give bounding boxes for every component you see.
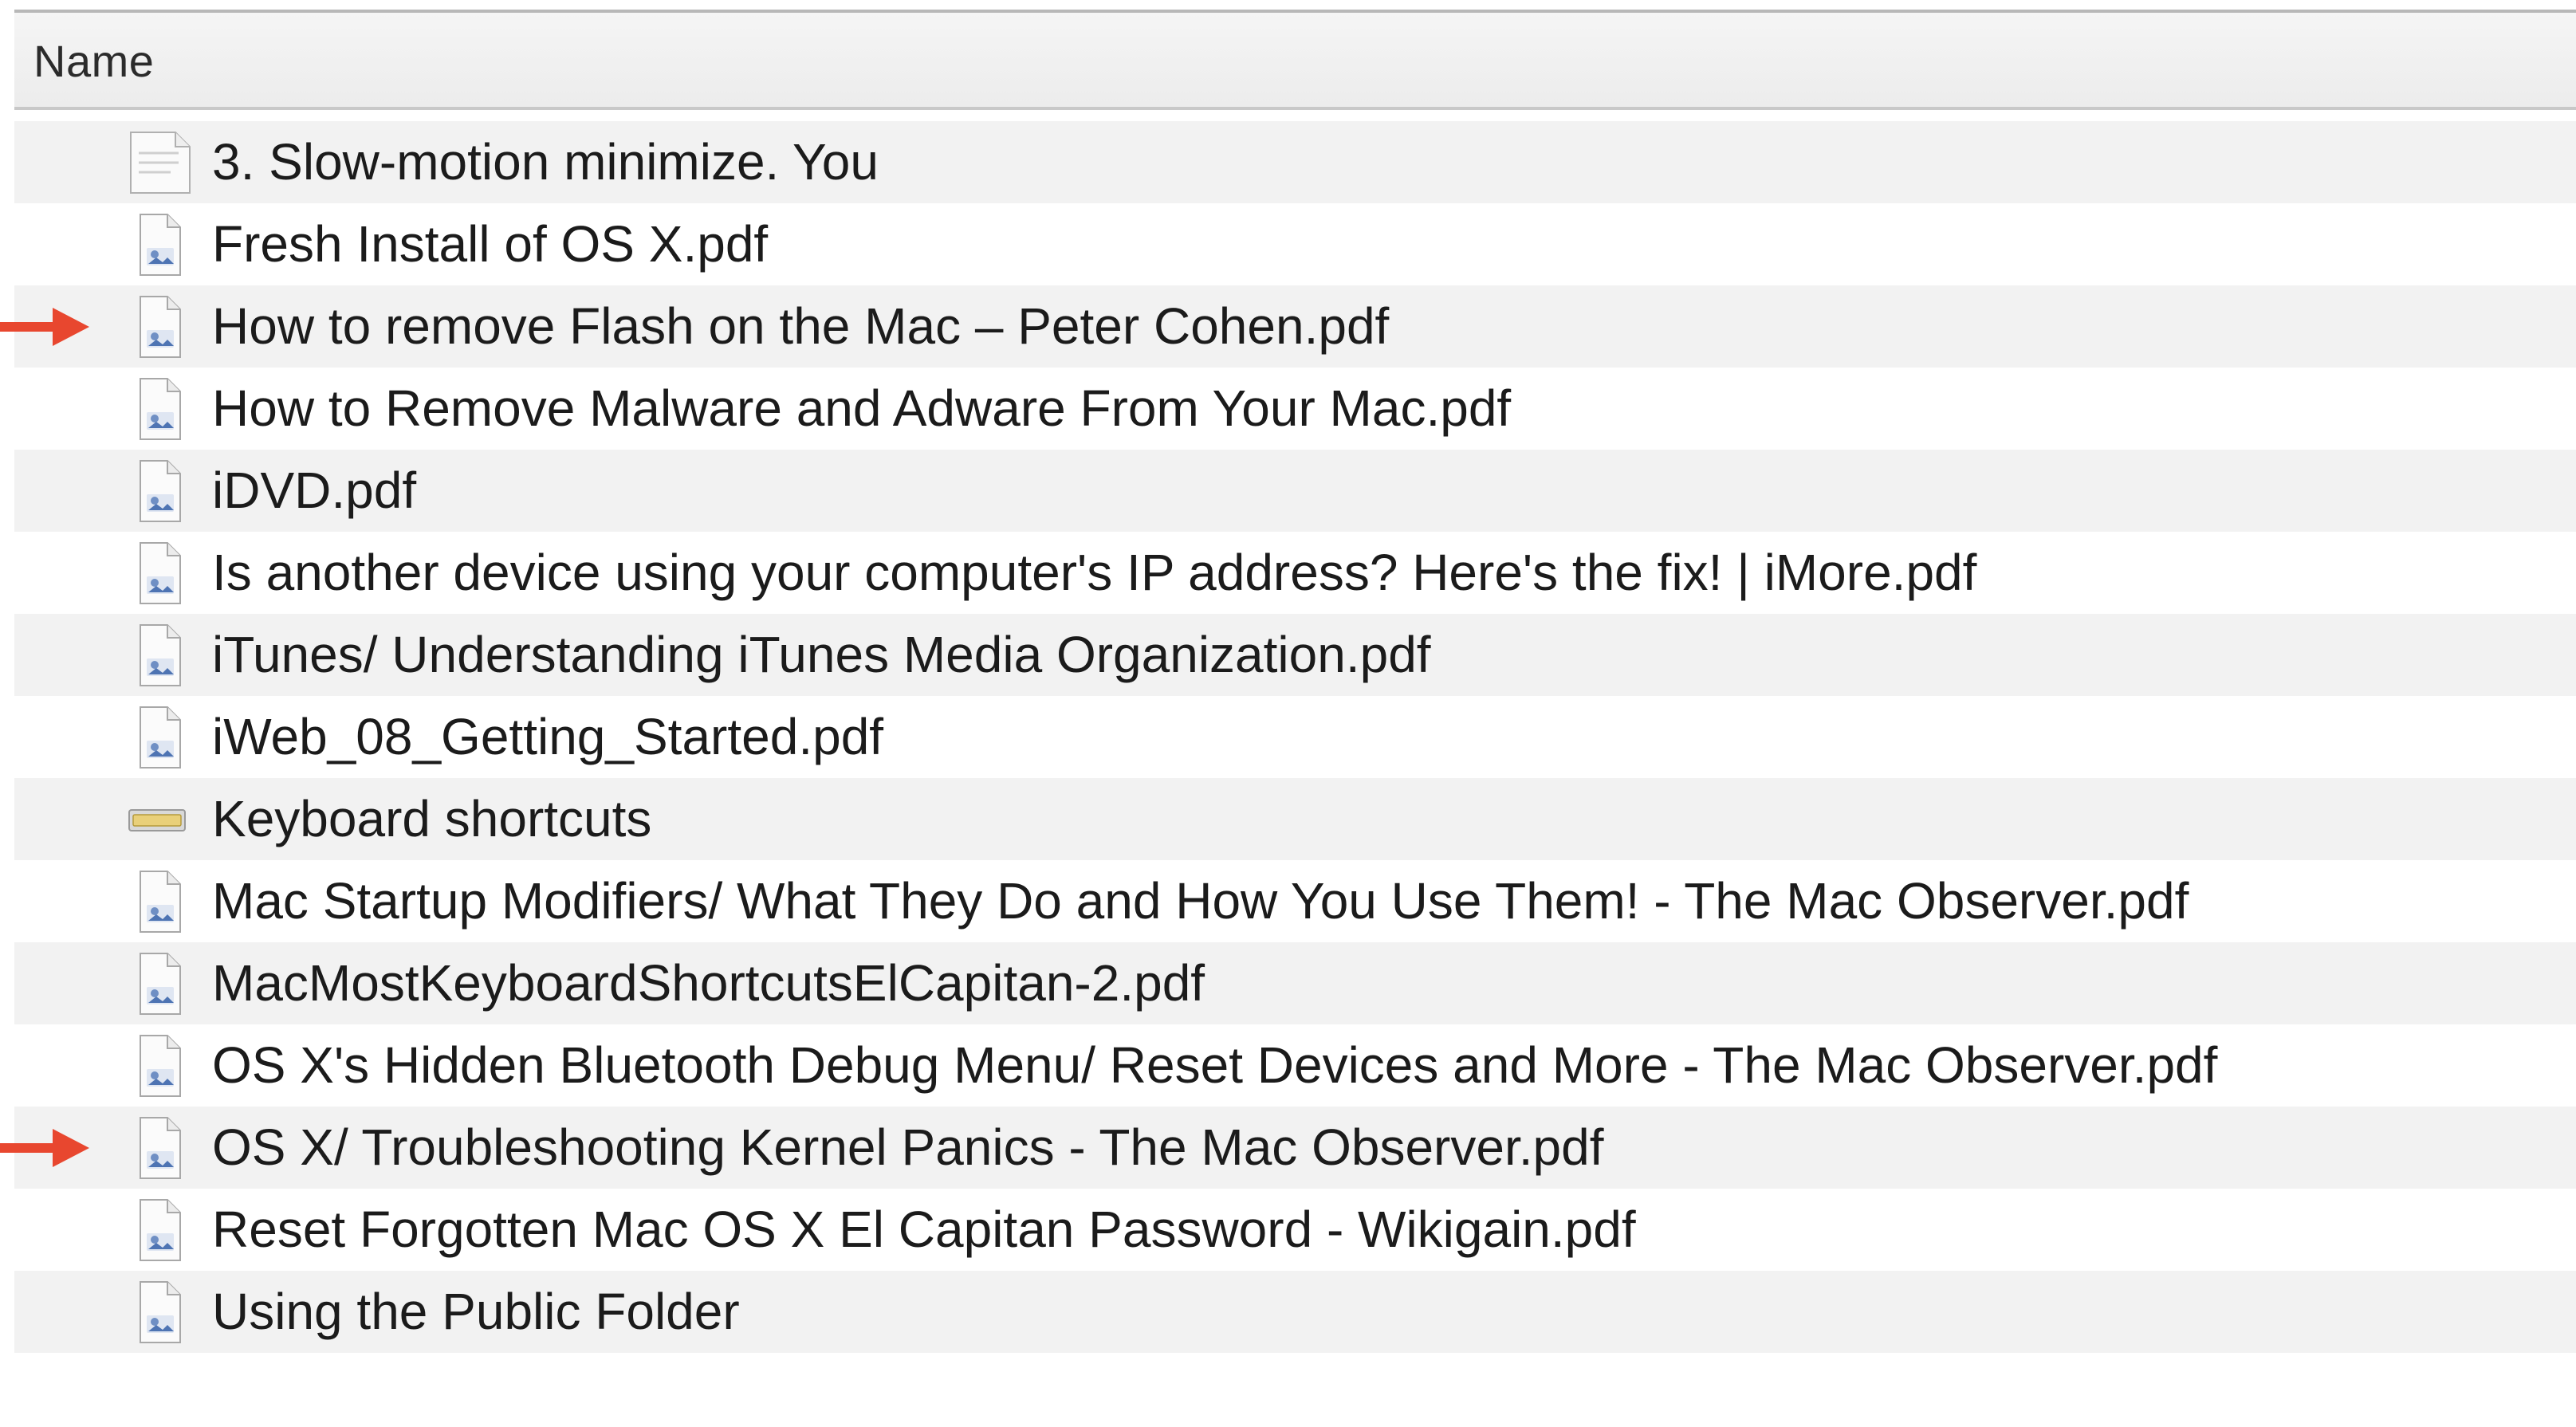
file-name-label: iTunes/ Understanding iTunes Media Organ…: [212, 626, 1431, 683]
file-row[interactable]: Reset Forgotten Mac OS X El Capitan Pass…: [14, 1189, 2576, 1271]
pdf-document-icon: [126, 1279, 193, 1346]
file-name-label: Fresh Install of OS X.pdf: [212, 215, 769, 273]
file-row[interactable]: MacMostKeyboardShortcutsElCapitan-2.pdf: [14, 942, 2576, 1024]
keyboard-icon: [126, 786, 193, 853]
file-row[interactable]: Is another device using your computer's …: [14, 532, 2576, 614]
pdf-document-icon: [126, 622, 193, 689]
file-name-label: 3. Slow-motion minimize. You: [212, 133, 879, 191]
pdf-document-icon: [126, 1032, 193, 1099]
file-row[interactable]: Fresh Install of OS X.pdf: [14, 203, 2576, 285]
file-name-label: Keyboard shortcuts: [212, 790, 652, 847]
file-name-label: iDVD.pdf: [212, 462, 417, 519]
pdf-document-icon: [126, 950, 193, 1017]
name-column-header[interactable]: Name: [14, 13, 2576, 110]
file-name-label: How to remove Flash on the Mac – Peter C…: [212, 297, 1390, 355]
file-row[interactable]: OS X's Hidden Bluetooth Debug Menu/ Rese…: [14, 1024, 2576, 1107]
file-row[interactable]: How to remove Flash on the Mac – Peter C…: [0, 285, 2576, 368]
pdf-document-icon: [126, 375, 193, 442]
pdf-document-icon: [126, 1114, 193, 1181]
file-row[interactable]: iTunes/ Understanding iTunes Media Organ…: [14, 614, 2576, 696]
file-row[interactable]: Mac Startup Modifiers/ What They Do and …: [14, 860, 2576, 942]
file-name-label: How to Remove Malware and Adware From Yo…: [212, 379, 1512, 437]
file-name-label: Mac Startup Modifiers/ What They Do and …: [212, 872, 2189, 930]
file-list: 3. Slow-motion minimize. You Fresh Instal…: [0, 121, 2576, 1353]
pdf-document-icon: [126, 293, 193, 360]
red-arrow-icon: [0, 1124, 89, 1172]
file-name-label: OS X/ Troubleshooting Kernel Panics - Th…: [212, 1118, 1604, 1176]
pdf-document-icon: [126, 704, 193, 771]
file-name-label: Is another device using your computer's …: [212, 544, 1977, 601]
file-row[interactable]: OS X/ Troubleshooting Kernel Panics - Th…: [0, 1107, 2576, 1189]
file-row[interactable]: Using the Public Folder: [14, 1271, 2576, 1353]
file-name-label: iWeb_08_Getting_Started.pdf: [212, 708, 884, 765]
pdf-document-icon: [126, 540, 193, 607]
pdf-document-icon: [126, 458, 193, 525]
file-row[interactable]: iDVD.pdf: [14, 450, 2576, 532]
file-row[interactable]: How to Remove Malware and Adware From Yo…: [14, 368, 2576, 450]
name-column-header-label: Name: [33, 36, 155, 86]
red-arrow-icon: [0, 303, 89, 351]
file-row[interactable]: iWeb_08_Getting_Started.pdf: [14, 696, 2576, 778]
pdf-document-icon: [126, 1197, 193, 1264]
file-row[interactable]: Keyboard shortcuts: [14, 778, 2576, 860]
pdf-document-icon: [126, 211, 193, 278]
file-name-label: Using the Public Folder: [212, 1283, 740, 1340]
finder-list-window: Name 3. Slow-motion minimize. You Fresh I…: [0, 0, 2576, 1427]
file-name-label: OS X's Hidden Bluetooth Debug Menu/ Rese…: [212, 1036, 2218, 1094]
text-document-icon: [126, 129, 193, 196]
pdf-document-icon: [126, 868, 193, 935]
file-name-label: MacMostKeyboardShortcutsElCapitan-2.pdf: [212, 954, 1205, 1012]
file-name-label: Reset Forgotten Mac OS X El Capitan Pass…: [212, 1201, 1636, 1258]
file-row[interactable]: 3. Slow-motion minimize. You: [14, 121, 2576, 203]
